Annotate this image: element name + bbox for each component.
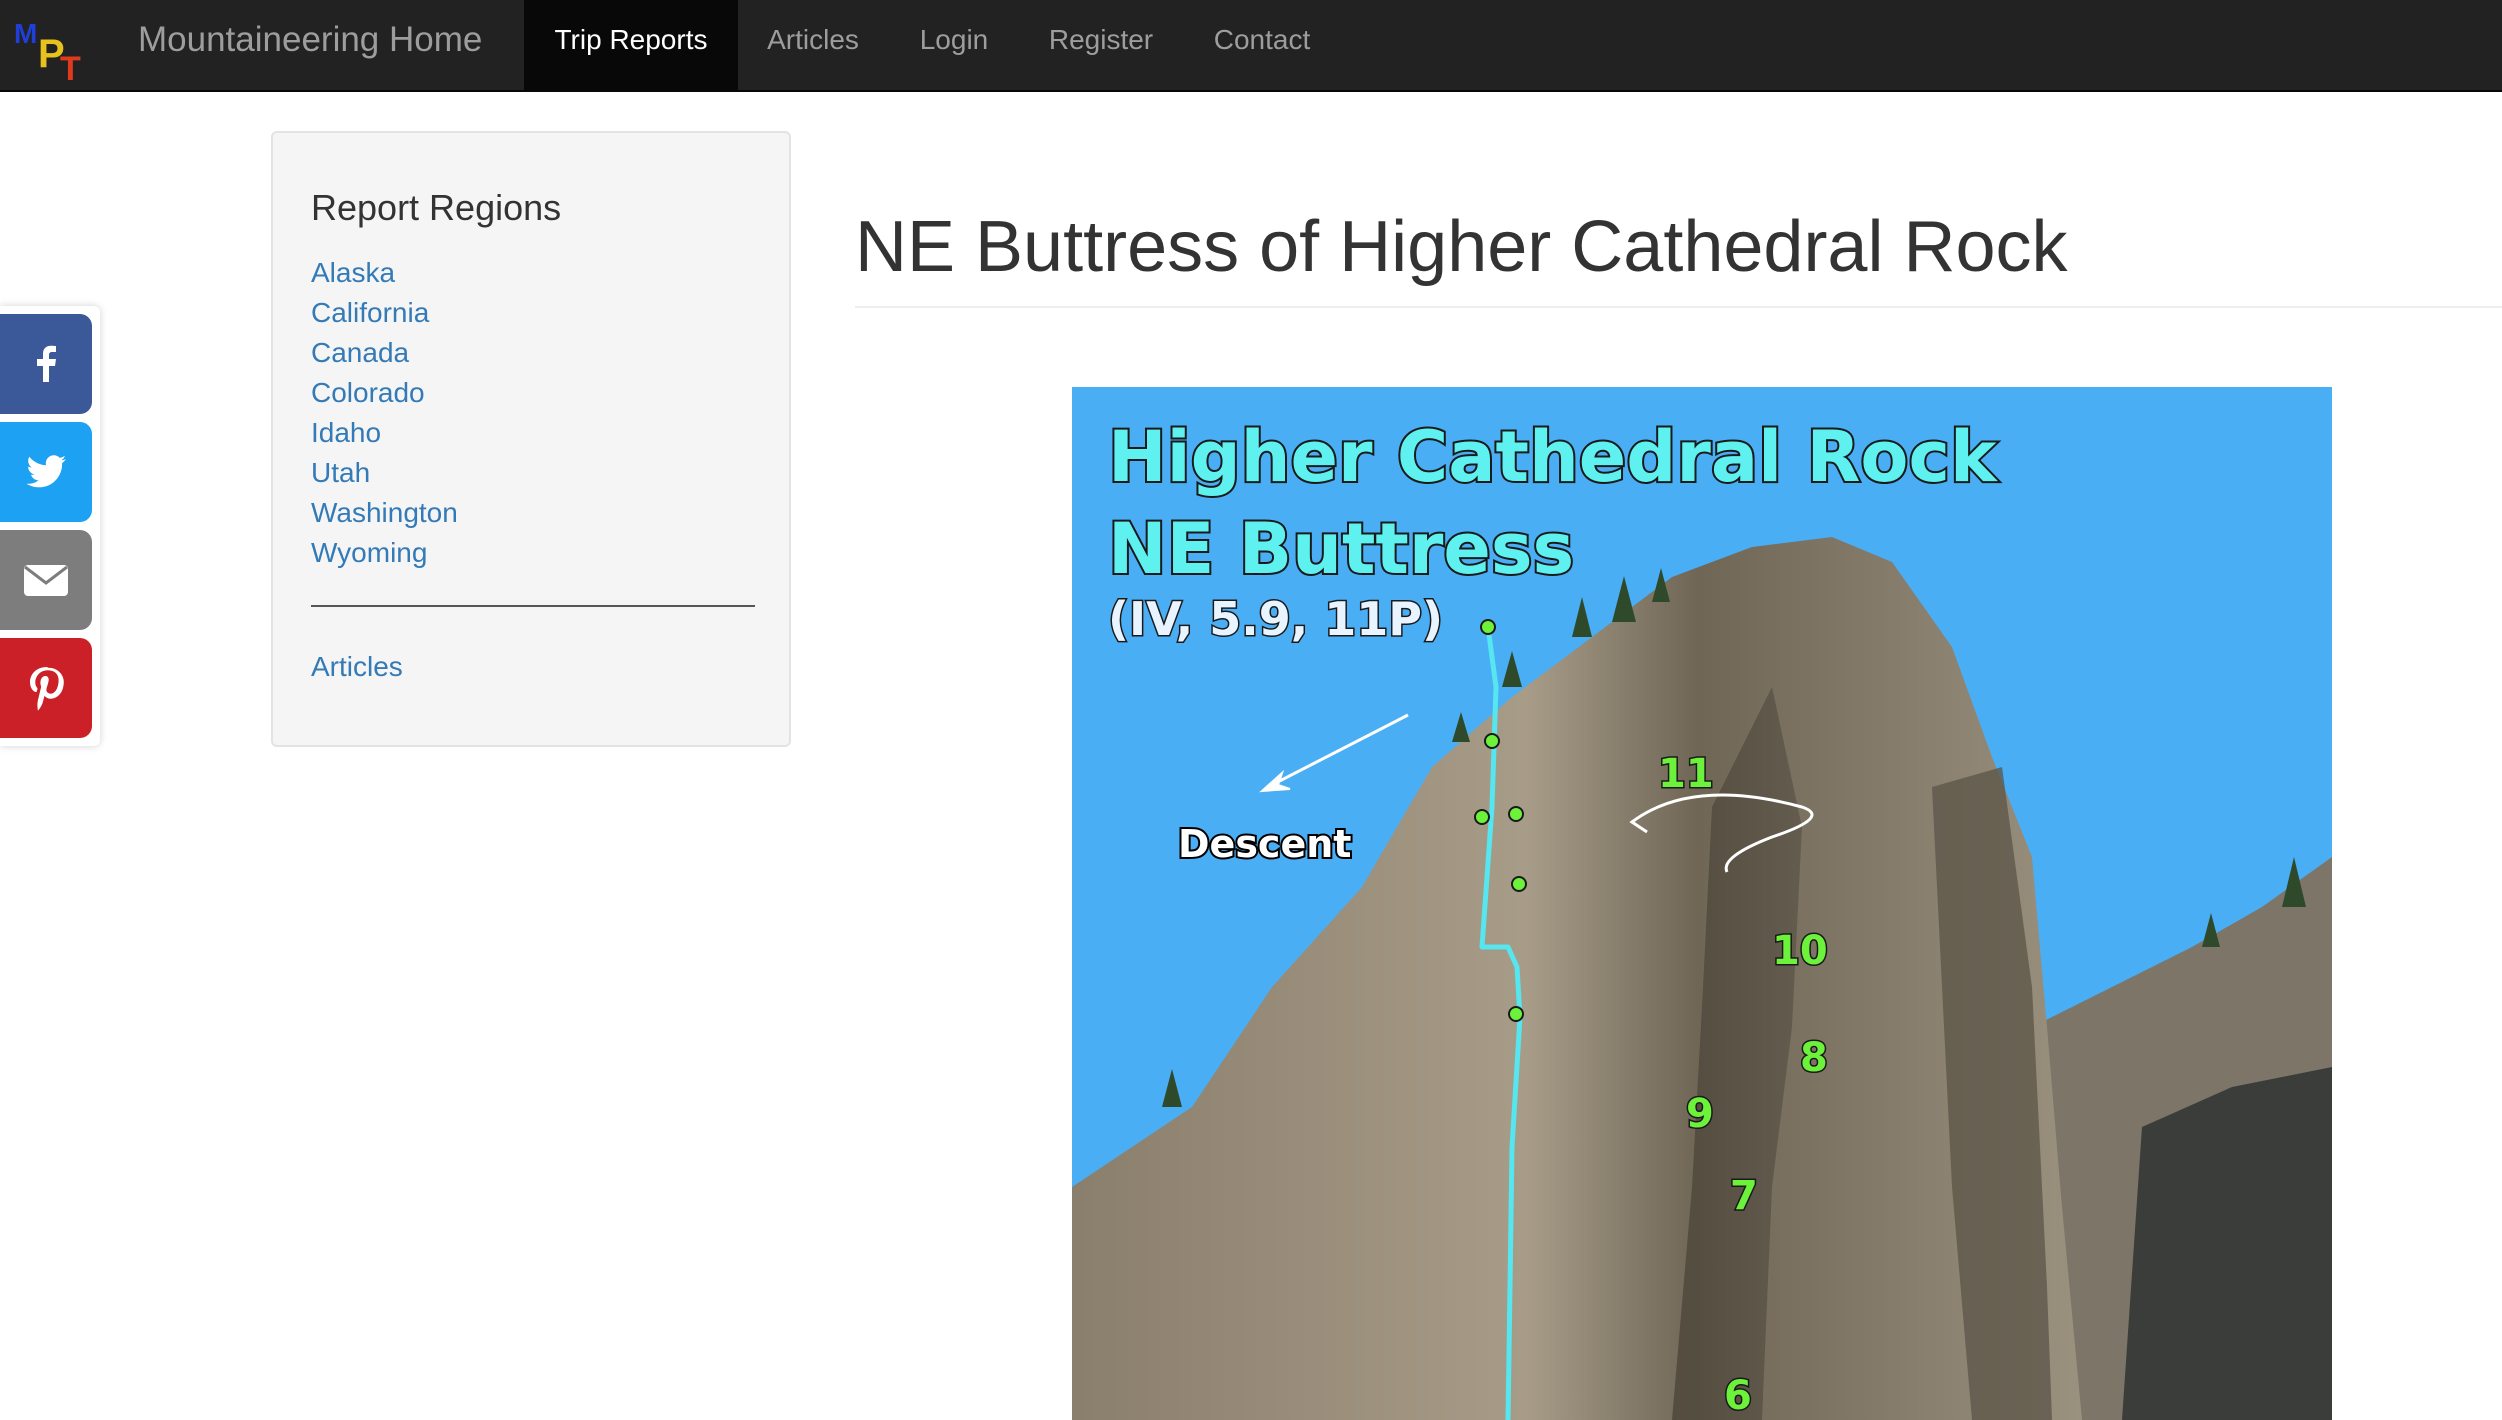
region-link-washington[interactable]: Washington [311,493,458,533]
facebook-share-button[interactable] [0,314,92,414]
sidebar-divider [311,605,755,607]
region-link-wyoming[interactable]: Wyoming [311,533,458,573]
topo-grade: (IV, 5.9, 11P) [1108,592,1443,646]
logo-letter-m: M [14,18,38,49]
page-title: NE Buttress of Higher Cathedral Rock [855,207,2068,287]
social-share-bar [0,306,100,746]
facebook-icon [37,345,56,382]
pitch-label-7: 7 [1730,1173,1758,1219]
envelope-icon [24,565,68,596]
belay-dot-6 [1508,1006,1524,1022]
belay-dot-10 [1484,733,1500,749]
belay-dot-11 [1480,619,1496,635]
sidebar-heading: Report Regions [311,187,562,228]
pinterest-share-button[interactable] [0,638,92,738]
top-navbar: M P T Mountaineering Home Trip Reports A… [0,0,2502,92]
topo-title-line1: Higher Cathedral Rock [1108,416,1998,498]
descent-label: Descent [1178,822,1351,866]
region-link-canada[interactable]: Canada [311,333,458,373]
belay-dot-7 [1511,876,1527,892]
pitch-label-9: 9 [1686,1091,1714,1137]
route-topo-graphic: Higher Cathedral Rock NE Buttress (IV, 5… [1072,387,2332,1420]
title-divider [855,306,2502,308]
nav-register[interactable]: Register [1020,0,1182,90]
region-list: Alaska California Canada Colorado Idaho … [311,253,458,573]
belay-dot-9 [1474,809,1490,825]
twitter-share-button[interactable] [0,422,92,522]
region-link-california[interactable]: California [311,293,458,333]
pitch-label-11: 11 [1658,751,1714,797]
email-share-button[interactable] [0,530,92,630]
nav-login[interactable]: Login [888,0,1020,90]
pitch-label-8: 8 [1800,1035,1828,1081]
topo-title-line2: NE Buttress [1108,508,1574,590]
brand-link[interactable]: Mountaineering Home [138,0,482,90]
nav-articles[interactable]: Articles [738,0,888,90]
belay-dot-8 [1508,806,1524,822]
sidebar-articles-link[interactable]: Articles [311,651,403,683]
pinterest-icon [30,667,64,711]
region-link-colorado[interactable]: Colorado [311,373,458,413]
region-link-idaho[interactable]: Idaho [311,413,458,453]
nav-trip-reports[interactable]: Trip Reports [524,0,738,90]
nav-contact[interactable]: Contact [1182,0,1342,90]
route-topo-image: Higher Cathedral Rock NE Buttress (IV, 5… [1072,387,2332,1420]
twitter-icon [26,455,67,488]
region-link-utah[interactable]: Utah [311,453,458,493]
report-regions-panel: Report Regions Alaska California Canada … [271,131,791,747]
site-logo[interactable]: M P T [14,14,84,88]
pitch-label-6: 6 [1724,1373,1752,1419]
logo-letter-t: T [60,50,81,88]
pitch-label-10: 10 [1772,928,1828,974]
region-link-alaska[interactable]: Alaska [311,253,458,293]
